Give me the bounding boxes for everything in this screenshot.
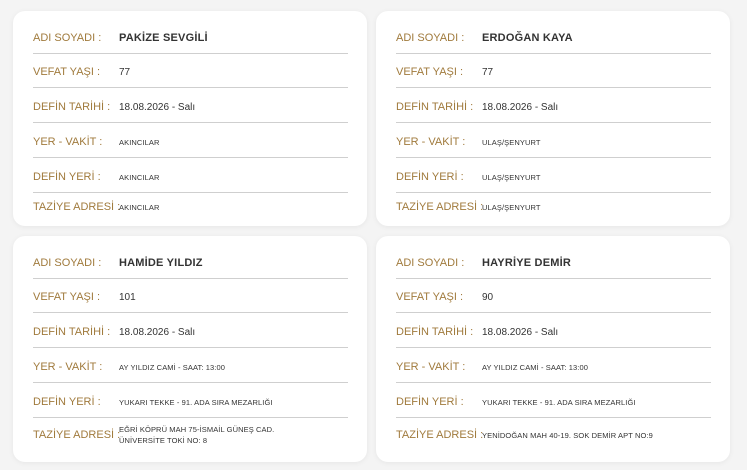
obituary-card: ADI SOYADI : ERDOĞAN KAYA VEFAT YAŞI : 7… — [376, 11, 730, 226]
name-value: PAKİZE SEVGİLİ — [119, 31, 208, 44]
name-value: HAYRİYE DEMİR — [482, 256, 571, 269]
burial-date-row: DEFİN TARİHİ : 18.08.2026 - Salı — [396, 92, 711, 123]
condolence-address-label: TAZİYE ADRESİ : — [33, 201, 121, 213]
condolence-address-row: TAZİYE ADRESİ : EĞRİ KÖPRÜ MAH 75-İSMAİL… — [33, 422, 348, 448]
place-time-row: YER - VAKİT : ULAŞ/ŞENYURT — [396, 127, 711, 158]
age-row: VEFAT YAŞI : 101 — [33, 282, 348, 313]
burial-place-value: YUKARI TEKKE - 91. ADA SIRA MEZARLIĞI — [119, 397, 273, 407]
place-time-value: AY YILDIZ CAMİ - SAAT: 13:00 — [119, 362, 226, 372]
age-label: VEFAT YAŞI : — [396, 291, 464, 303]
name-row: ADI SOYADI : HAYRİYE DEMİR — [396, 247, 711, 279]
burial-date-label: DEFİN TARİHİ : — [33, 326, 111, 338]
name-label: ADI SOYADI : — [396, 31, 465, 44]
burial-date-label: DEFİN TARİHİ : — [396, 101, 474, 113]
condolence-address-row: TAZİYE ADRESİ : ULAŞ/ŞENYURT — [396, 197, 711, 217]
age-value: 90 — [482, 291, 494, 303]
burial-place-value: ULAŞ/ŞENYURT — [482, 172, 541, 182]
age-row: VEFAT YAŞI : 77 — [396, 57, 711, 88]
age-row: VEFAT YAŞI : 90 — [396, 282, 711, 313]
obituary-card: ADI SOYADI : HAMİDE YILDIZ VEFAT YAŞI : … — [13, 236, 367, 462]
age-label: VEFAT YAŞI : — [33, 66, 101, 78]
burial-date-row: DEFİN TARİHİ : 18.08.2026 - Salı — [33, 92, 348, 123]
condolence-address-row: TAZİYE ADRESİ : AKINCILAR — [33, 197, 348, 217]
burial-date-value: 18.08.2026 - Salı — [482, 101, 559, 113]
place-time-value: AY YILDIZ CAMİ - SAAT: 13:00 — [482, 362, 589, 372]
burial-place-label: DEFİN YERİ : — [396, 396, 464, 408]
burial-place-value: YUKARI TEKKE - 91. ADA SIRA MEZARLIĞI — [482, 397, 636, 407]
burial-date-row: DEFİN TARİHİ : 18.08.2026 - Salı — [396, 317, 711, 348]
age-label: VEFAT YAŞI : — [33, 291, 101, 303]
age-value: 77 — [482, 66, 494, 78]
obituary-card: ADI SOYADI : PAKİZE SEVGİLİ VEFAT YAŞI :… — [13, 11, 367, 226]
condolence-address-value: AKINCILAR — [119, 202, 160, 212]
place-time-row: YER - VAKİT : AKINCILAR — [33, 127, 348, 158]
burial-date-value: 18.08.2026 - Salı — [119, 101, 196, 113]
name-row: ADI SOYADI : ERDOĞAN KAYA — [396, 22, 711, 54]
name-row: ADI SOYADI : HAMİDE YILDIZ — [33, 247, 348, 279]
age-row: VEFAT YAŞI : 77 — [33, 57, 348, 88]
burial-date-label: DEFİN TARİHİ : — [396, 326, 474, 338]
place-time-value: AKINCILAR — [119, 137, 160, 147]
burial-place-value: AKINCILAR — [119, 172, 160, 182]
condolence-address-value: YENİDOĞAN MAH 40-19. SOK DEMİR APT NO:9 — [482, 430, 653, 440]
age-label: VEFAT YAŞI : — [396, 66, 464, 78]
age-value: 101 — [119, 291, 136, 303]
burial-date-value: 18.08.2026 - Salı — [482, 326, 559, 338]
burial-place-row: DEFİN YERİ : AKINCILAR — [33, 162, 348, 193]
name-row: ADI SOYADI : PAKİZE SEVGİLİ — [33, 22, 348, 54]
place-time-label: YER - VAKİT : — [396, 361, 466, 373]
burial-place-label: DEFİN YERİ : — [33, 171, 101, 183]
age-value: 77 — [119, 66, 131, 78]
condolence-address-label: TAZİYE ADRESİ : — [396, 429, 484, 441]
place-time-label: YER - VAKİT : — [33, 361, 103, 373]
name-label: ADI SOYADI : — [33, 256, 102, 269]
place-time-label: YER - VAKİT : — [33, 136, 103, 148]
burial-date-label: DEFİN TARİHİ : — [33, 101, 111, 113]
name-label: ADI SOYADI : — [33, 31, 102, 44]
burial-place-label: DEFİN YERİ : — [33, 396, 101, 408]
condolence-address-label: TAZİYE ADRESİ : — [33, 429, 121, 441]
place-time-label: YER - VAKİT : — [396, 136, 466, 148]
burial-date-row: DEFİN TARİHİ : 18.08.2026 - Salı — [33, 317, 348, 348]
place-time-value: ULAŞ/ŞENYURT — [482, 137, 541, 147]
place-time-row: YER - VAKİT : AY YILDIZ CAMİ - SAAT: 13:… — [33, 352, 348, 383]
condolence-address-row: TAZİYE ADRESİ : YENİDOĞAN MAH 40-19. SOK… — [396, 422, 711, 448]
condolence-address-label: TAZİYE ADRESİ : — [396, 201, 484, 213]
obituary-card: ADI SOYADI : HAYRİYE DEMİR VEFAT YAŞI : … — [376, 236, 730, 462]
name-value: HAMİDE YILDIZ — [119, 256, 203, 269]
burial-place-row: DEFİN YERİ : YUKARI TEKKE - 91. ADA SIRA… — [396, 387, 711, 418]
name-label: ADI SOYADI : — [396, 256, 465, 269]
place-time-row: YER - VAKİT : AY YILDIZ CAMİ - SAAT: 13:… — [396, 352, 711, 383]
burial-place-row: DEFİN YERİ : ULAŞ/ŞENYURT — [396, 162, 711, 193]
condolence-address-value: EĞRİ KÖPRÜ MAH 75-İSMAİL GÜNEŞ CAD. ÜNİV… — [119, 425, 275, 445]
name-value: ERDOĞAN KAYA — [482, 31, 573, 44]
burial-date-value: 18.08.2026 - Salı — [119, 326, 196, 338]
burial-place-row: DEFİN YERİ : YUKARI TEKKE - 91. ADA SIRA… — [33, 387, 348, 418]
burial-place-label: DEFİN YERİ : — [396, 171, 464, 183]
condolence-address-value: ULAŞ/ŞENYURT — [482, 202, 541, 212]
